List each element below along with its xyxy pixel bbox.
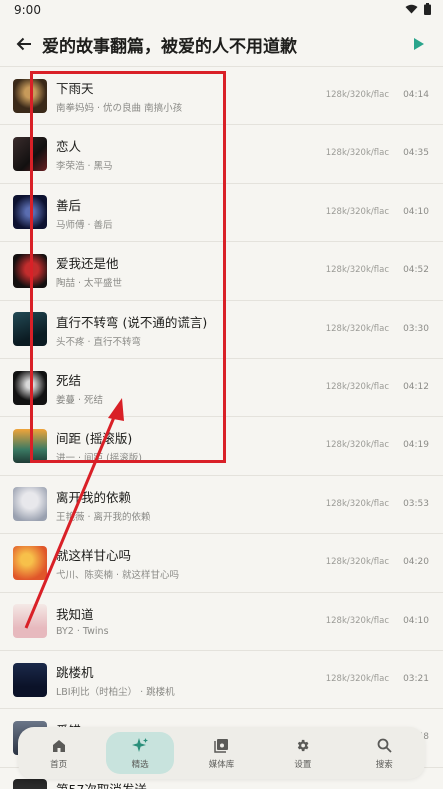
album-cover (13, 545, 47, 580)
track-duration: 03:30 (403, 323, 429, 334)
track-title: 下雨天 (56, 81, 94, 96)
track-duration: 04:12 (403, 381, 429, 392)
track-artist: 李荣浩 · 黑马 (56, 161, 113, 173)
track-title: 间距 (摇滚版) (56, 431, 133, 447)
track-artist: 马师傅 · 善后 (56, 219, 113, 231)
track-duration: 04:20 (403, 557, 429, 568)
nav-label: 媒体库 (208, 759, 235, 770)
album-cover (13, 370, 47, 405)
track-artist: 进一 · 间距 (摇滚版) (56, 453, 142, 465)
track-row[interactable]: 间距 (摇滚版) 进一 · 间距 (摇滚版) 128k/320k/flac 04:19 (0, 416, 443, 474)
track-quality: 128k/320k/flac (325, 615, 389, 626)
track-quality: 128k/320k/flac (325, 90, 389, 100)
track-title: 离开我的依赖 (56, 489, 132, 505)
track-artist: BY2 · Twins (56, 625, 109, 637)
track-title: 第57次取消发送 (56, 779, 147, 789)
nav-label: 精选 (131, 759, 149, 770)
album-cover (13, 312, 47, 347)
track-title: 死结 (56, 372, 82, 388)
track-row[interactable]: 跳楼机 LBI利比（时柏尘） · 跳楼机 128k/320k/flac 03:21 (0, 649, 443, 708)
back-arrow-icon (16, 37, 31, 51)
track-quality: 128k/320k/flac (325, 148, 389, 159)
battery-icon (424, 2, 431, 18)
track-artist: 南拳妈妈 · 优の良曲 南搞小孩 (56, 103, 183, 114)
album-cover (13, 662, 47, 697)
track-row[interactable]: 善后马师傅 · 善后 128k/320k/flac 04:10 (0, 182, 443, 241)
play-icon (414, 38, 424, 50)
track-duration: 04:10 (403, 615, 429, 626)
track-duration: 04:35 (403, 148, 429, 159)
track-duration: 04:14 (403, 90, 429, 100)
sparkle-icon (131, 737, 149, 755)
track-duration: 04:10 (403, 206, 429, 217)
library-icon (212, 737, 230, 755)
nav-item-search[interactable]: 搜索 (350, 732, 418, 774)
album-cover (13, 429, 47, 464)
album-cover (13, 604, 47, 639)
track-title: 跳楼机 (56, 664, 94, 680)
track-title: 爱我还是他 (56, 256, 119, 272)
nav-label: 首页 (50, 759, 68, 770)
bottom-navigation: 首页 精选 媒体库 设置 搜索 (18, 727, 425, 779)
play-all-button[interactable] (407, 32, 431, 56)
track-list: 下雨天南拳妈妈 · 优の良曲 南搞小孩 128k/320k/flac 04:14 恋人… (0, 66, 443, 789)
status-bar: 9:00 (0, 0, 443, 20)
track-row[interactable]: 下雨天南拳妈妈 · 优の良曲 南搞小孩 128k/320k/flac 04:14 (0, 66, 443, 124)
track-artist: 头不疼 · 直行不转弯 (56, 336, 142, 348)
page-title: 爱的故事翻篇，被爱的人不用道歉 (42, 36, 297, 57)
track-quality: 128k/320k/flac (325, 440, 389, 451)
track-quality: 128k/320k/flac (325, 323, 389, 334)
track-quality: 128k/320k/flac (325, 206, 389, 217)
track-artist: 陶喆 · 太平盛世 (56, 278, 123, 290)
top-app-bar: 爱的故事翻篇，被爱的人不用道歉 (0, 24, 443, 64)
track-row[interactable]: 恋人李荣浩 · 黑马 128k/320k/flac 04:35 (0, 124, 443, 182)
track-title: 恋人 (56, 139, 82, 155)
track-row[interactable]: 我知道 BY2 · Twins 128k/320k/flac 04:10 (0, 591, 443, 650)
nav-item-settings[interactable]: 设置 (269, 732, 337, 774)
nav-label: 搜索 (375, 759, 393, 770)
track-row[interactable]: 离开我的依赖王艳薇 · 离开我的依赖 128k/320k/flac 03:53 (0, 474, 443, 533)
track-title: 就这样甘心吗 (56, 548, 132, 564)
album-cover (13, 779, 47, 789)
track-artist: 姜蔓 · 死结 (56, 394, 104, 406)
track-duration: 03:53 (403, 498, 429, 509)
track-row[interactable]: 爱我还是他陶喆 · 太平盛世 128k/320k/flac 04:52 (0, 241, 443, 299)
wifi-icon (405, 3, 418, 17)
track-quality: 128k/320k/flac (325, 265, 389, 276)
track-row[interactable]: 死结姜蔓 · 死结 128k/320k/flac 04:12 (0, 357, 443, 416)
track-title: 直行不转弯 (说不通的谎言) (56, 314, 208, 330)
track-row[interactable]: 直行不转弯 (说不通的谎言) 头不疼 · 直行不转弯 128k/320k/flac 0… (0, 299, 443, 358)
back-button[interactable] (10, 30, 38, 58)
status-time: 9:00 (14, 3, 41, 17)
album-cover (13, 137, 47, 172)
search-icon (375, 737, 393, 755)
track-artist: 王艳薇 · 离开我的依赖 (56, 511, 151, 523)
nav-item-home[interactable]: 首页 (25, 732, 93, 774)
track-artist: 弋川、陈奕楠 · 就这样甘心吗 (56, 570, 180, 582)
nav-item-featured[interactable]: 精选 (106, 732, 175, 774)
album-cover (13, 253, 47, 288)
track-duration: 03:21 (403, 673, 429, 684)
album-cover (13, 195, 47, 230)
track-duration: 04:52 (403, 265, 429, 276)
status-icons (405, 2, 431, 18)
track-title: 善后 (56, 197, 82, 213)
nav-label: 设置 (294, 759, 312, 770)
track-row[interactable]: 就这样甘心吗弋川、陈奕楠 · 就这样甘心吗 128k/320k/flac 04:20 (0, 533, 443, 591)
track-artist: LBI利比（时柏尘） · 跳楼机 (56, 686, 175, 698)
track-duration: 04:19 (403, 440, 429, 451)
album-cover (13, 487, 47, 522)
track-quality: 128k/320k/flac (325, 381, 389, 392)
track-quality: 128k/320k/flac (325, 557, 389, 568)
track-title: 我知道 (56, 606, 94, 622)
album-cover (13, 78, 47, 113)
track-quality: 128k/320k/flac (325, 673, 389, 684)
home-icon (50, 737, 68, 755)
gear-icon (294, 737, 312, 755)
track-quality: 128k/320k/flac (325, 498, 389, 509)
nav-item-library[interactable]: 媒体库 (187, 732, 255, 774)
